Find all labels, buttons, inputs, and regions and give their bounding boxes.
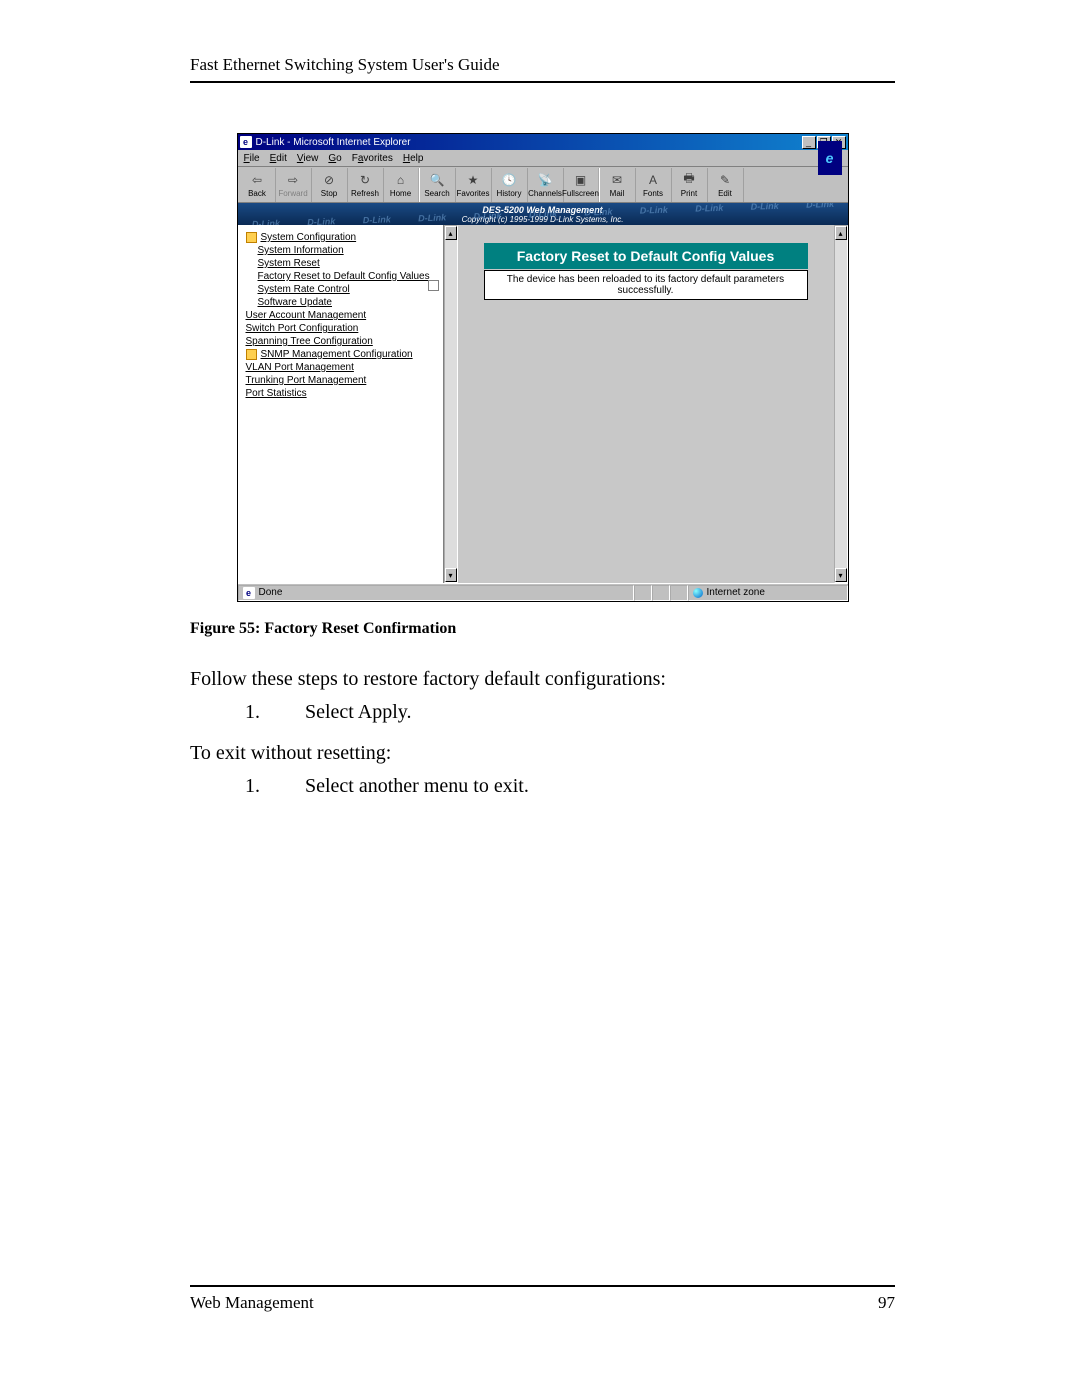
product-banner: D-LinkD-LinkD-LinkD-LinkD-LinkD-LinkD-Li…: [238, 203, 848, 225]
back-icon: ⇦: [249, 172, 265, 188]
menu-favorites[interactable]: Favorites: [352, 153, 393, 164]
footer-rule: [190, 1285, 895, 1287]
list-text: Select another menu to exit.: [305, 773, 529, 800]
fullscreen-button[interactable]: ▣Fullscreen: [564, 168, 600, 202]
ie-brand-icon: e: [818, 141, 842, 175]
tree-system-configuration[interactable]: System Configuration: [242, 231, 439, 244]
page-number: 97: [878, 1293, 895, 1313]
paragraph: Follow these steps to restore factory de…: [190, 666, 895, 693]
content-area: System Configuration System Information …: [238, 225, 848, 583]
main-scrollbar[interactable]: ▴ ▾: [834, 225, 848, 583]
titlebar: e D-Link - Microsoft Internet Explorer _…: [238, 134, 848, 150]
list-item: 1. Select Apply.: [245, 699, 895, 726]
tree-port-statistics[interactable]: Port Statistics: [242, 387, 439, 400]
menu-edit[interactable]: Edit: [270, 153, 287, 164]
main-pane: Factory Reset to Default Config Values T…: [458, 225, 834, 583]
history-icon: 🕓: [501, 172, 517, 188]
print-icon: 🖶: [681, 172, 697, 188]
history-button[interactable]: 🕓History: [492, 168, 528, 202]
menu-go[interactable]: Go: [328, 153, 341, 164]
panel-message: The device has been reloaded to its fact…: [484, 270, 808, 300]
mail-button[interactable]: ✉Mail: [600, 168, 636, 202]
status-segment: [634, 585, 652, 601]
scroll-track[interactable]: [835, 240, 847, 568]
print-button[interactable]: 🖶Print: [672, 168, 708, 202]
tree-system-information[interactable]: System Information: [242, 244, 439, 257]
status-zone: Internet zone: [688, 585, 848, 601]
edit-icon: ✎: [717, 172, 733, 188]
tree-vlan[interactable]: VLAN Port Management: [242, 361, 439, 374]
search-icon: 🔍: [429, 172, 445, 188]
ie-window: e D-Link - Microsoft Internet Explorer _…: [237, 133, 849, 602]
banner-title: DES-5200 Web Management: [482, 205, 602, 215]
tree-system-reset[interactable]: System Reset: [242, 257, 439, 270]
scroll-down-button[interactable]: ▾: [835, 568, 847, 582]
list-text: Select Apply.: [305, 699, 411, 726]
running-header: Fast Ethernet Switching System User's Gu…: [190, 55, 895, 83]
ie-logo-icon: e: [243, 587, 255, 599]
menubar: File Edit View Go Favorites Help e: [238, 150, 848, 167]
tree-trunking[interactable]: Trunking Port Management: [242, 374, 439, 387]
status-text: e Done: [238, 585, 634, 601]
forward-icon: ⇨: [285, 172, 301, 188]
stop-button[interactable]: ⊘Stop: [312, 168, 348, 202]
back-button[interactable]: ⇦Back: [240, 168, 276, 202]
channels-button[interactable]: 📡Channels: [528, 168, 564, 202]
page-footer: Web Management 97: [190, 1285, 895, 1313]
status-segment: [652, 585, 670, 601]
paragraph: To exit without resetting:: [190, 740, 895, 767]
home-icon: ⌂: [393, 172, 409, 188]
menu-help[interactable]: Help: [403, 153, 424, 164]
banner-copyright: Copyright (c) 1995-1999 D-Link Systems, …: [462, 215, 624, 224]
globe-icon: [693, 588, 703, 598]
minimize-button[interactable]: _: [802, 136, 816, 149]
menu-file[interactable]: File: [244, 153, 260, 164]
tree-switch-port[interactable]: Switch Port Configuration: [242, 322, 439, 335]
tree-user-account[interactable]: User Account Management: [242, 309, 439, 322]
nav-scrollbar[interactable]: ▴ ▾: [444, 225, 458, 583]
ie-logo-icon: e: [240, 136, 252, 148]
list-number: 1.: [245, 773, 305, 800]
window-title: D-Link - Microsoft Internet Explorer: [256, 137, 411, 148]
forward-button[interactable]: ⇨Forward: [276, 168, 312, 202]
figure-caption: Figure 55: Factory Reset Confirmation: [190, 620, 895, 638]
document-page: Fast Ethernet Switching System User's Gu…: [190, 55, 895, 814]
tree-rate-control[interactable]: System Rate Control: [242, 283, 439, 296]
scroll-track[interactable]: [445, 240, 457, 568]
favorites-icon: ★: [465, 172, 481, 188]
stop-icon: ⊘: [321, 172, 337, 188]
refresh-icon: ↻: [357, 172, 373, 188]
scroll-up-button[interactable]: ▴: [445, 226, 457, 240]
statusbar: e Done Internet zone: [238, 583, 848, 601]
favorites-button[interactable]: ★Favorites: [456, 168, 492, 202]
channels-icon: 📡: [537, 172, 553, 188]
panel-header: Factory Reset to Default Config Values: [484, 243, 808, 269]
list-item: 1. Select another menu to exit.: [245, 773, 895, 800]
scroll-up-button[interactable]: ▴: [835, 226, 847, 240]
fullscreen-icon: ▣: [573, 172, 589, 188]
tree-snmp[interactable]: SNMP Management Configuration: [242, 348, 439, 361]
status-segment: [670, 585, 688, 601]
tree-spanning-tree[interactable]: Spanning Tree Configuration: [242, 335, 439, 348]
tree-factory-reset[interactable]: Factory Reset to Default Config Values: [242, 270, 439, 283]
tree-software-update[interactable]: Software Update: [242, 296, 439, 309]
nav-tree: System Configuration System Information …: [238, 225, 444, 583]
edit-button[interactable]: ✎Edit: [708, 168, 744, 202]
refresh-button[interactable]: ↻Refresh: [348, 168, 384, 202]
folder-icon: [246, 232, 257, 243]
mail-icon: ✉: [609, 172, 625, 188]
footer-section: Web Management: [190, 1293, 314, 1313]
search-button[interactable]: 🔍Search: [420, 168, 456, 202]
list-number: 1.: [245, 699, 305, 726]
menu-view[interactable]: View: [297, 153, 319, 164]
fonts-icon: A: [645, 172, 661, 188]
scroll-down-button[interactable]: ▾: [445, 568, 457, 582]
page-icon: [428, 280, 439, 291]
toolbar: ⇦Back ⇨Forward ⊘Stop ↻Refresh ⌂Home 🔍Sea…: [238, 167, 848, 203]
home-button[interactable]: ⌂Home: [384, 168, 420, 202]
fonts-button[interactable]: AFonts: [636, 168, 672, 202]
folder-icon: [246, 349, 257, 360]
